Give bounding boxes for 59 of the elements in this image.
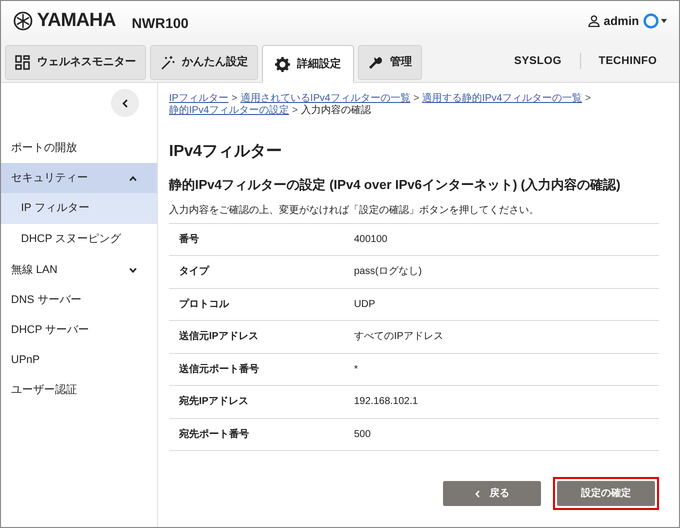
row-value: 192.168.102.1 (354, 395, 418, 410)
row-value: pass(ログなし) (354, 265, 422, 280)
breadcrumb-link[interactable]: 静的IPv4フィルターの設定 (169, 105, 290, 116)
header-link[interactable]: TECHINFO (580, 52, 675, 70)
breadcrumb-separator: > (231, 93, 238, 104)
breadcrumb-current: 入力内容の確認 (300, 105, 371, 116)
row-label: 宛先ポート番号 (178, 428, 250, 442)
section-title: 静的IPv4フィルターの設定 (IPv4 over IPv6インターネット) (入力内容の確認) (169, 176, 622, 194)
row-value: * (354, 362, 358, 377)
header-link[interactable]: SYSLOG (496, 52, 580, 70)
sidebar-item[interactable]: DNS サーバー (1, 285, 157, 315)
sidebar-item[interactable]: UPnP (1, 345, 157, 375)
sidebar-item[interactable]: ユーザー認証 (1, 375, 157, 405)
sidebar-item[interactable]: ポートの開放 (1, 133, 157, 163)
logo-icon (13, 11, 33, 31)
row-value: 400100 (354, 232, 388, 247)
chevron-left-icon (474, 490, 480, 498)
row-label: 宛先IPアドレス (178, 394, 250, 410)
back-button[interactable]: 戻る (443, 481, 541, 506)
user-name[interactable]: admin (604, 12, 639, 30)
breadcrumb-link[interactable]: 適用されているIPv4フィルターの一覧 (240, 93, 410, 104)
row-value: すべてのIPアドレス (354, 330, 444, 344)
chevron-down-icon (129, 268, 137, 272)
page-title: IPv4フィルター (169, 142, 283, 162)
wrench-icon (368, 55, 383, 70)
row-label: タイプ (178, 264, 210, 280)
breadcrumb-separator: > (413, 93, 420, 104)
sidebar-subitem[interactable]: DHCP スヌーピング (1, 224, 157, 255)
caret-icon[interactable] (661, 19, 667, 23)
row-label: 送信元ポート番号 (178, 362, 260, 377)
row-label: 送信元IPアドレス (178, 330, 260, 344)
grid-icon (15, 55, 30, 70)
row-label: プロトコル (178, 297, 230, 312)
collapse-button[interactable] (111, 89, 139, 117)
breadcrumb-link[interactable]: IPフィルター (169, 93, 228, 104)
breadcrumb-separator: > (292, 105, 298, 116)
row-value: 500 (354, 428, 371, 442)
breadcrumb-link[interactable]: 適用する静的IPv4フィルターの一覧 (422, 93, 582, 104)
chevron-up-icon (129, 176, 137, 180)
brand-logo: YAMAHA (37, 8, 116, 33)
sidebar-item[interactable]: DHCP サーバー (1, 315, 157, 345)
chevron-left-icon (122, 98, 128, 108)
breadcrumb-separator: > (585, 93, 592, 104)
status-ring-icon (643, 13, 659, 29)
wand-icon (160, 55, 175, 70)
tab[interactable]: 詳細設定 (262, 45, 354, 83)
model-name: NWR100 (132, 14, 189, 32)
row-label: 番号 (178, 232, 200, 247)
tab[interactable]: ウェルネスモニター (5, 45, 146, 80)
tab[interactable]: 管理 (358, 45, 422, 80)
instruction-text: 入力内容をご確認の上、変更がなければ「設定の確認」ボタンを押してください。 (169, 204, 540, 218)
settings-icon (275, 56, 290, 72)
sidebar-item[interactable]: セキュリティー (1, 163, 157, 193)
user-icon (588, 15, 600, 27)
sidebar-item[interactable]: 無線 LAN (1, 255, 157, 285)
sidebar-subitem[interactable]: IP フィルター (1, 193, 157, 224)
confirm-button[interactable]: 設定の確定 (557, 481, 655, 506)
row-value: UDP (354, 298, 376, 312)
tab[interactable]: かんたん設定 (150, 45, 258, 80)
